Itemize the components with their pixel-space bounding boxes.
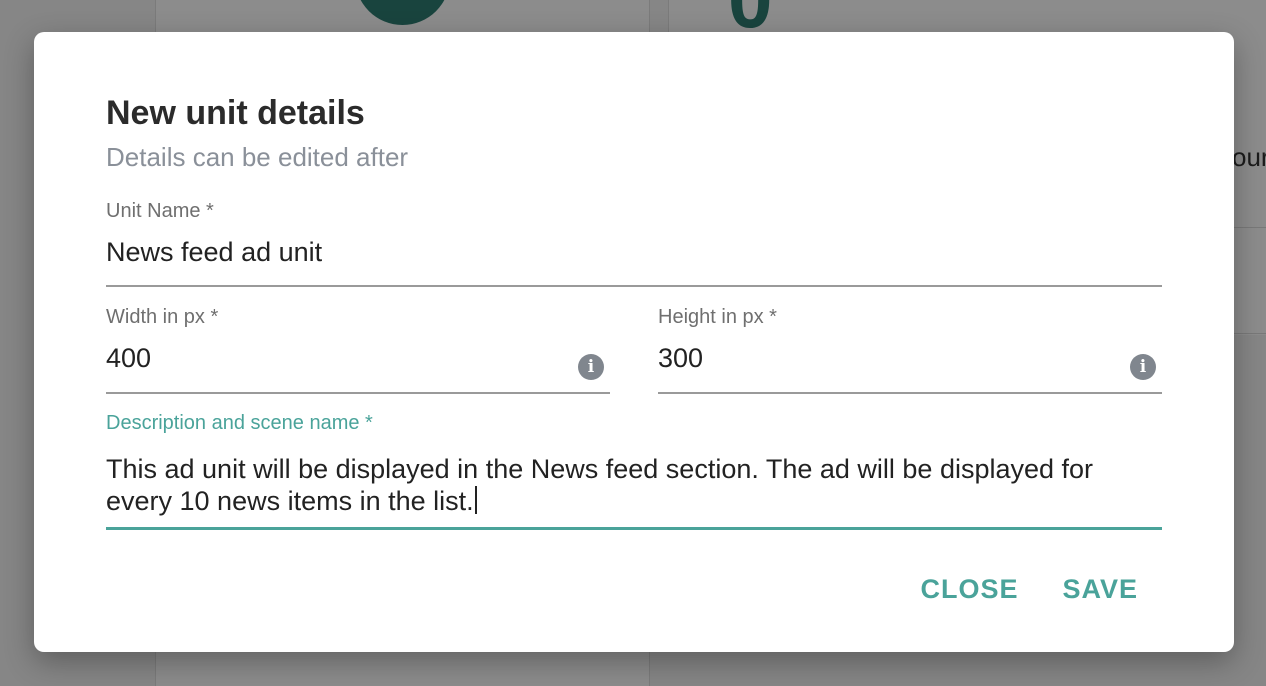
save-button[interactable]: SAVE — [1062, 574, 1138, 605]
description-text: This ad unit will be displayed in the Ne… — [106, 454, 1094, 516]
info-icon[interactable]: i — [578, 354, 604, 380]
width-field[interactable]: Width in px * 400 i — [106, 306, 610, 394]
height-field[interactable]: Height in px * 300 i — [658, 306, 1162, 394]
description-field[interactable]: Description and scene name * This ad uni… — [106, 412, 1162, 532]
dialog-title: New unit details — [106, 94, 365, 132]
height-input[interactable]: 300 — [658, 343, 1162, 374]
dialog-subtitle: Details can be edited after — [106, 142, 409, 172]
unit-name-label: Unit Name * — [106, 200, 214, 222]
description-underline — [106, 527, 1162, 530]
height-label: Height in px * — [658, 306, 777, 328]
unit-name-input[interactable]: News feed ad unit — [106, 237, 1162, 268]
width-underline — [106, 392, 610, 394]
width-input[interactable]: 400 — [106, 343, 610, 374]
description-textarea[interactable]: This ad unit will be displayed in the Ne… — [106, 453, 1162, 517]
close-button[interactable]: CLOSE — [920, 574, 1018, 605]
description-label: Description and scene name * — [106, 412, 373, 434]
unit-name-underline — [106, 285, 1162, 287]
dialog-actions: CLOSE SAVE — [920, 574, 1138, 605]
new-unit-dialog: New unit details Details can be edited a… — [34, 32, 1234, 652]
text-caret — [474, 486, 477, 514]
height-underline — [658, 392, 1162, 394]
info-icon[interactable]: i — [1130, 354, 1156, 380]
width-label: Width in px * — [106, 306, 219, 328]
unit-name-field[interactable]: Unit Name * News feed ad unit — [106, 200, 1162, 288]
